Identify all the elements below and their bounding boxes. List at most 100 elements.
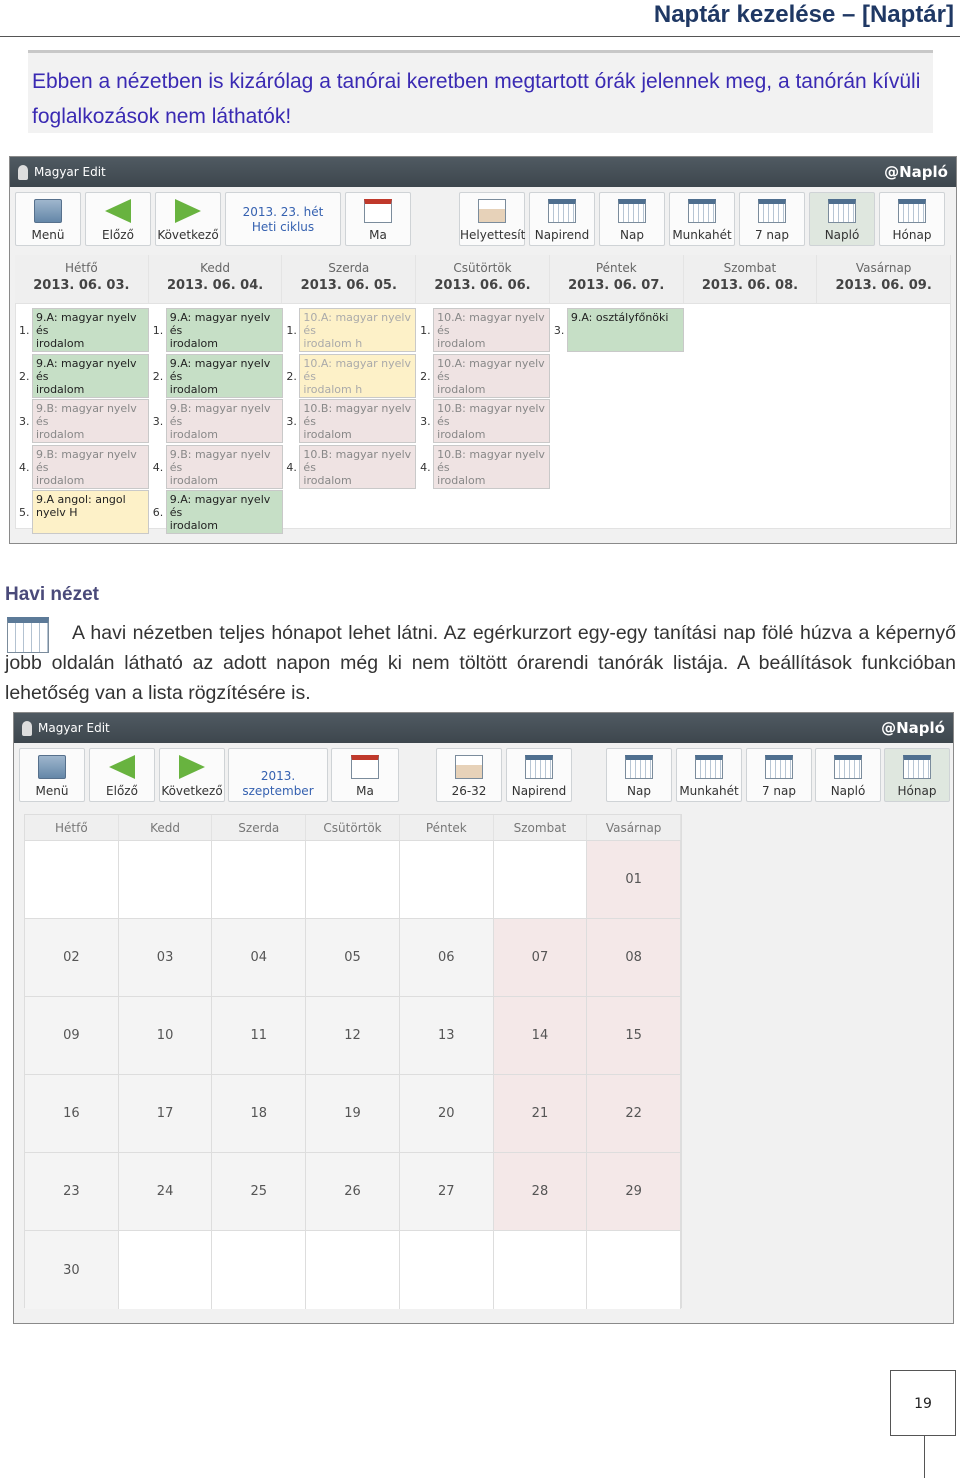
lesson-card[interactable]: 10.B: magyar nyelv és irodalom [299,444,417,489]
calendar-icon [625,755,653,779]
journal-button[interactable]: Napló [815,748,881,802]
app-titlebar: Magyar Edit @Napló [14,713,953,743]
menu-button[interactable]: Menü [15,192,81,246]
month-button[interactable]: Hónap [884,748,950,802]
today-button[interactable]: Ma [345,192,411,246]
day-cell[interactable]: 03 [118,919,213,996]
lesson-card[interactable]: 9.B: magyar nyelv és irodalom [32,399,149,443]
brand-logo: @Napló [884,163,948,181]
day-cell[interactable]: 29 [587,1153,682,1230]
day-header[interactable]: Szombat 2013. 06. 08. [683,255,818,303]
weekday-header: Péntek [400,815,494,840]
day-cell[interactable]: 17 [118,1075,213,1152]
day-cell[interactable]: 24 [118,1153,213,1230]
day-cell[interactable]: 02 [25,919,119,996]
day-cell[interactable]: 05 [306,919,400,996]
day-header[interactable]: Hétfő 2013. 06. 03. [15,255,149,303]
day-cell[interactable]: 18 [212,1075,307,1152]
lesson-card[interactable]: 9.A: magyar nyelv és irodalom [32,308,149,352]
lesson-card[interactable]: 10.A: magyar nyelv és irodalom [433,353,551,398]
seven-day-button[interactable]: 7 nap [739,192,805,246]
lesson-card[interactable]: 9.B: magyar nyelv és irodalom [32,444,149,489]
day-name: Csütörtök [453,261,512,275]
day-cell[interactable]: 16 [25,1075,119,1152]
day-cell[interactable]: 15 [587,997,682,1074]
lesson-card[interactable]: 9.A: magyar nyelv és irodalom [165,490,283,534]
empty-day-cell [306,841,400,918]
month-selector[interactable]: 2013. szeptember [228,748,328,802]
note-box: Ebben a nézetben is kizárólag a tanórai … [28,50,933,133]
day-cell[interactable]: 04 [212,919,307,996]
lesson-title: 10.B: magyar nyelv és [303,447,412,474]
seven-day-button[interactable]: 7 nap [746,748,812,802]
month-button[interactable]: Hónap [879,192,945,246]
workweek-button[interactable]: Munkahét [676,748,742,802]
day-cell[interactable]: 19 [306,1075,400,1152]
day-cell[interactable]: 07 [493,919,588,996]
day-cell[interactable]: 27 [399,1153,494,1230]
lesson-number: 3. [420,415,431,428]
day-cell[interactable]: 26 [306,1153,400,1230]
day-cell[interactable]: 13 [399,997,494,1074]
day-header[interactable]: Vasárnap 2013. 06. 09. [817,255,952,303]
lesson-title: 9.A: magyar nyelv és [169,311,271,337]
lesson-number: 3. [553,324,565,337]
weekday-header: Szombat [494,815,588,840]
day-cell[interactable]: 08 [587,919,682,996]
day-cell[interactable]: 25 [212,1153,307,1230]
lesson-card[interactable]: 9.B: magyar nyelv és irodalom [165,399,283,443]
day-cell[interactable]: 10 [118,997,213,1074]
next-button[interactable]: Következő [159,748,225,802]
lesson-card[interactable]: 9.A: magyar nyelv és irodalom [165,353,283,398]
lesson-card[interactable]: 10.B: magyar nyelv és irodalom [433,399,551,443]
agenda-button[interactable]: Napirend [506,748,572,802]
menu-button[interactable]: Menü [19,748,85,802]
lesson-card[interactable]: 10.B: magyar nyelv és irodalom [299,399,417,443]
lesson-card[interactable]: 9.A: magyar nyelv és irodalom [165,308,283,352]
day-header[interactable]: Péntek 2013. 06. 07. [549,255,684,303]
day-cell[interactable]: 22 [587,1075,682,1152]
day-header[interactable]: Szerda 2013. 06. 05. [282,255,417,303]
empty-day-cell [399,841,494,918]
lesson-card[interactable]: 10.A: magyar nyelv és irodalom h [299,353,417,398]
agenda-button[interactable]: Napirend [529,192,595,246]
lesson-number: 1. [420,324,431,337]
workweek-button[interactable]: Munkahét [669,192,735,246]
substitute-button[interactable]: Helyettesít [459,192,525,246]
lesson-card[interactable]: 9.A angol: angol nyelv H [32,490,149,534]
day-cell[interactable]: 11 [212,997,307,1074]
day-header[interactable]: Csütörtök 2013. 06. 06. [416,255,550,303]
week-selector[interactable]: 2013. 23. hét Heti ciklus [225,192,341,246]
day-cell[interactable]: 14 [493,997,588,1074]
lesson-title: 9.A: magyar nyelv és [169,493,271,519]
day-cell[interactable]: 06 [399,919,494,996]
day-cell[interactable]: 21 [493,1075,588,1152]
lesson-card[interactable]: 10.A: magyar nyelv és irodalom [433,308,551,352]
lesson-number: 4. [286,460,297,474]
prev-button[interactable]: Előző [85,192,151,246]
journal-button[interactable]: Napló [809,192,875,246]
lesson-card[interactable]: 9.A: osztályfőnöki [566,308,684,352]
day-cell[interactable]: 20 [399,1075,494,1152]
today-button[interactable]: Ma [331,748,399,802]
prev-button[interactable]: Előző [89,748,155,802]
lesson-card[interactable]: 10.A: magyar nyelv és irodalom h [299,308,417,352]
day-cell[interactable]: 01 [587,841,682,918]
weeks-button[interactable]: 26-32 [436,748,502,802]
day-cell[interactable]: 09 [25,997,119,1074]
day-cell[interactable]: 28 [493,1153,588,1230]
lesson-card[interactable]: 9.B: magyar nyelv és irodalom [165,444,283,489]
day-cell[interactable]: 12 [306,997,400,1074]
next-button[interactable]: Következő [155,192,221,246]
lesson-card[interactable]: 10.B: magyar nyelv és irodalom [433,444,551,489]
day-header[interactable]: Kedd 2013. 06. 04. [148,255,283,303]
day-view-button[interactable]: Nap [599,192,665,246]
day-view-button[interactable]: Nap [606,748,672,802]
day-cell[interactable]: 30 [25,1231,119,1309]
lesson-subtitle: irodalom h [303,382,363,396]
lesson-number: 1. [286,324,297,337]
day-cell[interactable]: 23 [25,1153,119,1230]
lesson-title: 10.A: magyar nyelv és [303,311,411,337]
day-date: 2013. 06. 06. [434,278,531,293]
lesson-card[interactable]: 9.A: magyar nyelv és irodalom [32,353,149,398]
